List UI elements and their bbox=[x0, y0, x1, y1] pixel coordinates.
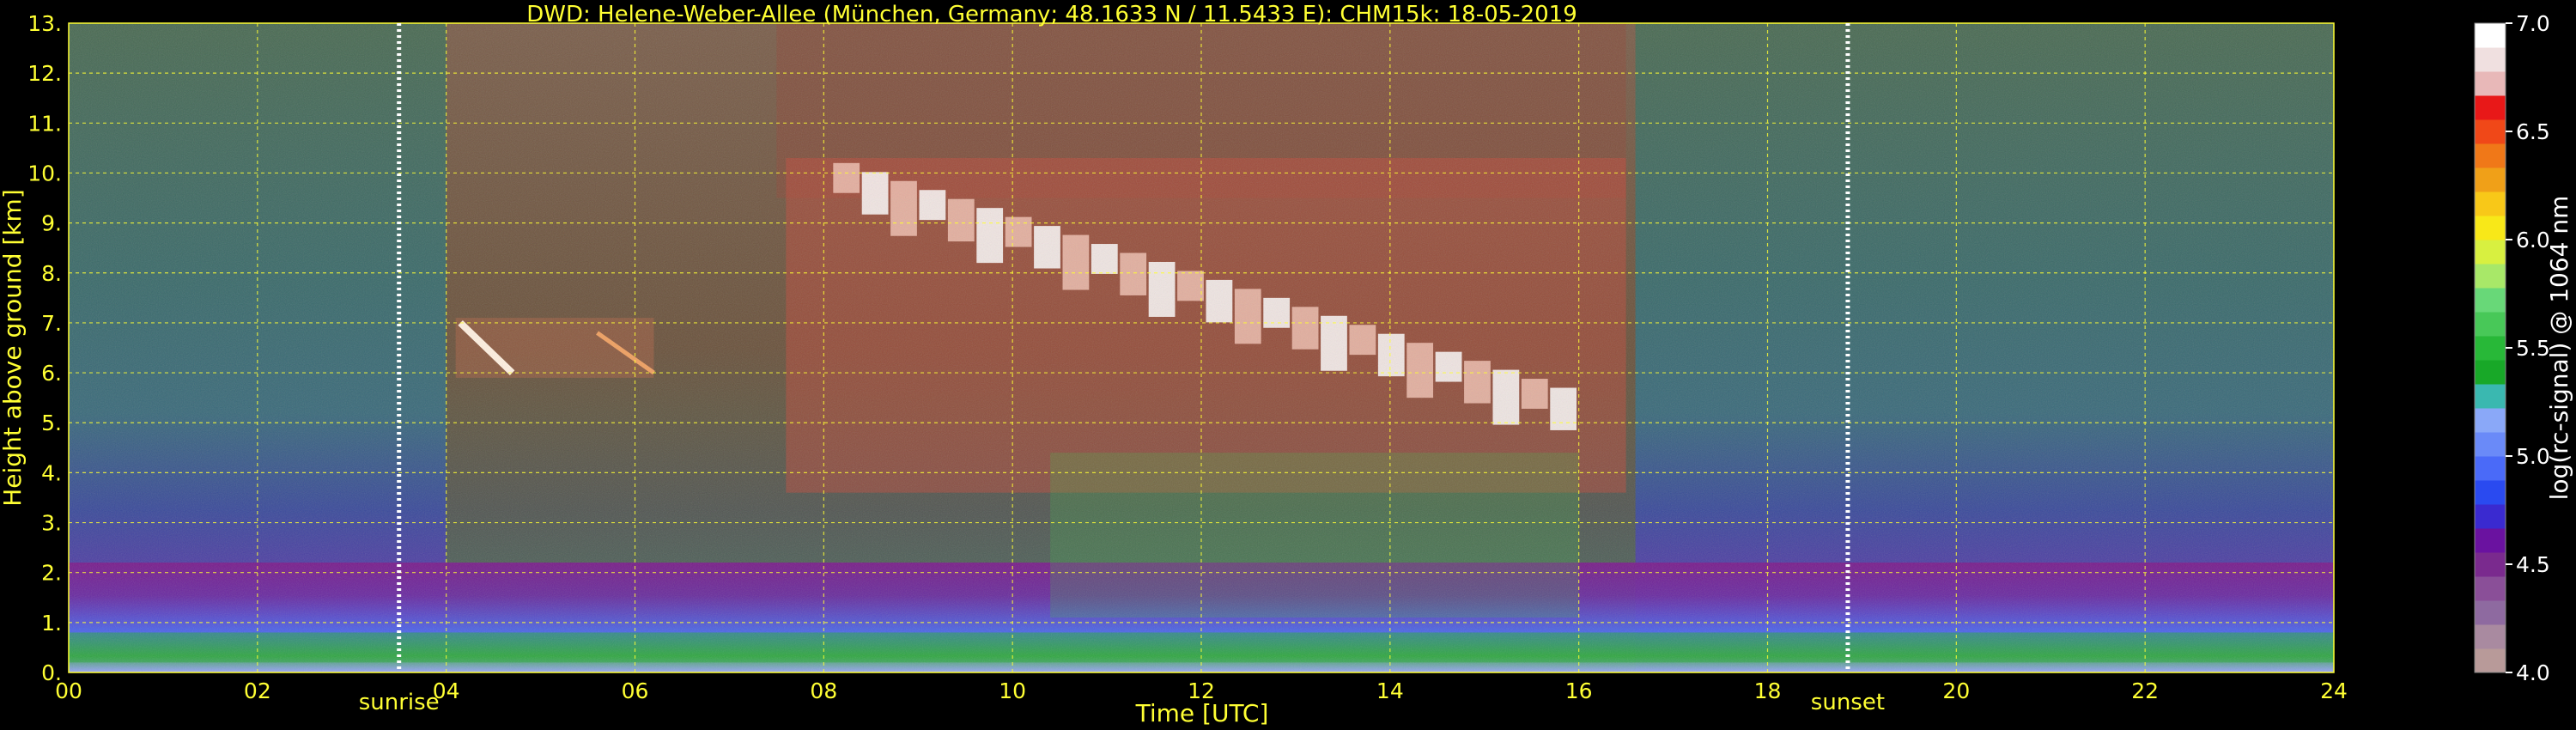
colorbar-step bbox=[2475, 456, 2506, 481]
colorbar-step bbox=[2475, 576, 2506, 601]
colorbar-step bbox=[2475, 23, 2506, 48]
colorbar-step bbox=[2475, 480, 2506, 505]
colorbar-step bbox=[2475, 384, 2506, 409]
y-axis-label: Height above ground [km] bbox=[0, 189, 27, 507]
y-tick-label: 11. bbox=[27, 111, 62, 136]
y-tick-label: 13. bbox=[27, 11, 62, 36]
colorbar-step bbox=[2475, 336, 2506, 361]
x-tick-label: 08 bbox=[810, 678, 837, 703]
x-tick-label: 18 bbox=[1754, 678, 1782, 703]
y-tick-label: 7. bbox=[41, 311, 62, 336]
colorbar-step bbox=[2475, 552, 2506, 577]
x-tick-label: 16 bbox=[1565, 678, 1593, 703]
x-tick-label: 24 bbox=[2320, 678, 2348, 703]
sunset-label: sunset bbox=[1811, 690, 1885, 715]
ceilometer-chart: sunrise sunset 0.1.2.3.4.5.6.7.8.9.10.11.… bbox=[0, 2, 2573, 727]
colorbar-step bbox=[2475, 504, 2506, 529]
colorbar-step bbox=[2475, 432, 2506, 457]
colorbar-tick-label: 4.0 bbox=[2516, 660, 2550, 685]
y-tick-label: 9. bbox=[41, 211, 62, 236]
colorbar-step bbox=[2475, 600, 2506, 625]
colorbar-step bbox=[2475, 408, 2506, 433]
colorbar-step bbox=[2475, 528, 2506, 553]
y-tick-label: 8. bbox=[41, 261, 62, 286]
y-tick-label: 10. bbox=[27, 161, 62, 186]
colorbar-step bbox=[2475, 264, 2506, 289]
x-axis-label: Time [UTC] bbox=[1135, 699, 1269, 727]
chart-title: DWD: Helene-Weber-Allee (München, German… bbox=[526, 2, 1577, 27]
x-tick-label: 00 bbox=[55, 678, 82, 703]
colorbar-step bbox=[2475, 216, 2506, 240]
colorbar-step bbox=[2475, 167, 2506, 192]
x-tick-label: 14 bbox=[1376, 678, 1404, 703]
colorbar-step bbox=[2475, 192, 2506, 216]
x-tick-label: 06 bbox=[622, 678, 649, 703]
sunrise-label: sunrise bbox=[359, 690, 440, 715]
colorbar-tick-label: 6.5 bbox=[2516, 119, 2550, 144]
x-tick-label: 22 bbox=[2131, 678, 2159, 703]
y-tick-label: 12. bbox=[27, 61, 62, 86]
x-tick-label: 20 bbox=[1942, 678, 1970, 703]
y-tick-label: 5. bbox=[41, 411, 62, 435]
colorbar-step bbox=[2475, 288, 2506, 313]
colorbar-step bbox=[2475, 312, 2506, 337]
colorbar-label: log(rc-signal) @ 1064 nm bbox=[2545, 196, 2573, 501]
y-tick-label: 1. bbox=[41, 611, 62, 636]
y-tick-label: 2. bbox=[41, 561, 62, 586]
colorbar-tick-label: 4.5 bbox=[2516, 552, 2550, 577]
colorbar-step bbox=[2475, 119, 2506, 144]
colorbar-step bbox=[2475, 71, 2506, 96]
colorbar-step bbox=[2475, 47, 2506, 72]
x-tick-label: 04 bbox=[433, 678, 460, 703]
y-tick-label: 6. bbox=[41, 361, 62, 386]
colorbar-step bbox=[2475, 240, 2506, 265]
y-tick-label: 3. bbox=[41, 511, 62, 536]
colorbar-tick-label: 7.0 bbox=[2516, 11, 2550, 36]
colorbar-step bbox=[2475, 143, 2506, 168]
y-tick-label: 4. bbox=[41, 460, 62, 485]
x-tick-label: 02 bbox=[244, 678, 271, 703]
colorbar-step bbox=[2475, 624, 2506, 649]
colorbar-step bbox=[2475, 95, 2506, 120]
x-tick-label: 10 bbox=[999, 678, 1026, 703]
colorbar-step bbox=[2475, 648, 2506, 673]
colorbar-step bbox=[2475, 360, 2506, 385]
